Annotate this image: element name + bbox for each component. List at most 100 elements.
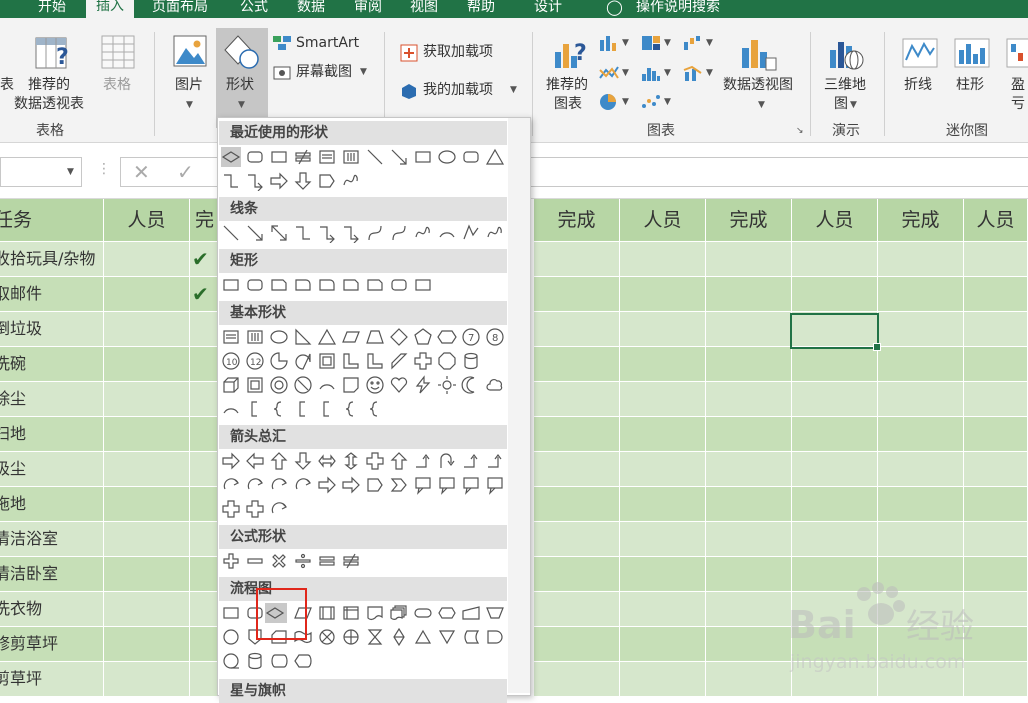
shape-scrib-icon[interactable]	[485, 223, 505, 243]
shape-orr-icon[interactable]	[341, 627, 361, 647]
shape-tri-icon[interactable]	[317, 327, 337, 347]
grid-cell[interactable]	[104, 242, 190, 276]
shape-noent-icon[interactable]	[293, 375, 313, 395]
grid-cell[interactable]	[620, 312, 706, 346]
shape-line-icon[interactable]	[221, 223, 241, 243]
grid-cell[interactable]	[878, 417, 964, 451]
shape-vtext-icon[interactable]	[341, 147, 361, 167]
shape-display-icon[interactable]	[293, 651, 313, 671]
picture-icon[interactable]	[172, 34, 210, 76]
shape-circ12-icon[interactable]: 12	[245, 351, 265, 371]
shape-frame-icon[interactable]	[317, 351, 337, 371]
shape-mult-icon[interactable]	[269, 551, 289, 571]
get-addins-label[interactable]: 获取加载项	[423, 43, 493, 62]
shape-smile-icon[interactable]	[365, 375, 385, 395]
grid-cell[interactable]	[190, 312, 220, 346]
task-name[interactable]: 修剪草坪	[0, 627, 58, 661]
grid-cell[interactable]	[620, 592, 706, 626]
shape-brack-icon[interactable]	[245, 399, 265, 419]
grid-cell[interactable]	[104, 557, 190, 591]
shape-rect-icon[interactable]	[221, 275, 241, 295]
shape-sun-icon[interactable]	[437, 375, 457, 395]
shape-callout-icon[interactable]	[461, 475, 481, 495]
grid-cell[interactable]	[190, 347, 220, 381]
column-chart-icon[interactable]	[598, 34, 620, 56]
shape-circ8-icon[interactable]: 8	[485, 327, 505, 347]
shape-brace-icon[interactable]	[269, 399, 289, 419]
task-name[interactable]: 清洁卧室	[0, 557, 58, 591]
shape-brace-icon[interactable]	[341, 399, 361, 419]
shape-snip-icon[interactable]	[341, 275, 361, 295]
shape-bentup-icon[interactable]	[485, 451, 505, 471]
grid-cell[interactable]	[792, 487, 878, 521]
shape-pie-icon[interactable]	[269, 351, 289, 371]
shape-elbowa-icon[interactable]	[341, 223, 361, 244]
shape-arc-icon[interactable]	[221, 399, 241, 419]
grid-cell[interactable]	[706, 242, 792, 276]
shape-manop-icon[interactable]	[485, 603, 505, 623]
grid-cell[interactable]	[104, 347, 190, 381]
task-name[interactable]: 吸尘	[0, 452, 26, 486]
grid-cell[interactable]	[878, 347, 964, 381]
shape-cross-icon[interactable]	[365, 451, 385, 471]
shape-diag-icon[interactable]	[389, 351, 409, 371]
smartart-icon[interactable]	[272, 34, 292, 56]
grid-cell[interactable]	[620, 347, 706, 381]
grid-cell[interactable]	[706, 557, 792, 591]
grid-cell[interactable]	[964, 487, 1028, 521]
grid-cell[interactable]	[104, 522, 190, 556]
grid-cell[interactable]	[878, 522, 964, 556]
grid-cell[interactable]	[104, 417, 190, 451]
shape-circleu-icon[interactable]	[245, 475, 265, 495]
grid-cell[interactable]	[878, 487, 964, 521]
shape-pent-icon[interactable]	[317, 171, 337, 191]
grid-cell[interactable]	[534, 627, 620, 661]
shapes-label[interactable]: 形状	[226, 76, 254, 95]
shape-predef-icon[interactable]	[317, 603, 337, 623]
shape-cross-icon[interactable]	[413, 351, 433, 371]
statistic-chart-dropdown-icon[interactable]: ▼	[664, 68, 671, 78]
shape-arc-icon[interactable]	[317, 375, 337, 395]
hierarchy-chart-icon[interactable]	[640, 34, 662, 56]
recommended-pivot-label-1[interactable]: 推荐的	[28, 76, 70, 95]
recommended-charts-label-1[interactable]: 推荐的	[546, 76, 588, 95]
column-header[interactable]: 人员	[964, 199, 1028, 241]
sparkline-winloss-icon[interactable]	[1006, 38, 1028, 72]
scatter-chart-dropdown-icon[interactable]: ▼	[664, 97, 671, 107]
hierarchy-chart-dropdown-icon[interactable]: ▼	[664, 38, 671, 48]
grid-cell[interactable]	[706, 347, 792, 381]
3d-map-dropdown-icon[interactable]: ▼	[850, 100, 857, 110]
shape-vtext-icon[interactable]	[245, 327, 265, 347]
grid-cell[interactable]	[792, 382, 878, 416]
my-addins-label[interactable]: 我的加载项	[423, 81, 493, 100]
grid-cell[interactable]	[792, 452, 878, 486]
task-name[interactable]: 除尘	[0, 382, 26, 416]
grid-cell[interactable]	[534, 592, 620, 626]
shape-extract-icon[interactable]	[413, 627, 433, 647]
task-name[interactable]: 倒垃圾	[0, 312, 42, 346]
grid-cell[interactable]	[792, 417, 878, 451]
shape-elbow-icon[interactable]	[293, 223, 313, 243]
line-chart-dropdown-icon[interactable]: ▼	[622, 68, 629, 78]
shape-brack-icon[interactable]	[293, 399, 313, 419]
my-addins-icon[interactable]	[400, 82, 418, 104]
grid-cell[interactable]	[964, 382, 1028, 416]
grid-cell[interactable]	[104, 277, 190, 311]
shape-collate-icon[interactable]	[365, 627, 385, 647]
shape-tri-icon[interactable]	[485, 147, 505, 167]
enter-icon[interactable]: ✓	[177, 160, 194, 184]
shape-rarrow-icon[interactable]	[341, 475, 361, 495]
pivot-table-icon[interactable]: ?	[34, 34, 74, 78]
shape-oval-icon[interactable]	[269, 327, 289, 347]
sparkline-column-icon[interactable]	[954, 38, 990, 72]
shape-preparation-icon[interactable]	[437, 603, 457, 623]
waterfall-chart-dropdown-icon[interactable]: ▼	[706, 38, 713, 48]
grid-cell[interactable]	[104, 487, 190, 521]
grid-cell[interactable]	[534, 347, 620, 381]
shape-rrect-icon[interactable]	[461, 147, 481, 167]
shape-pentagon-icon[interactable]	[413, 327, 433, 347]
grid-cell[interactable]	[620, 662, 706, 696]
grid-cell[interactable]	[792, 242, 878, 276]
shape-snip-icon[interactable]	[365, 275, 385, 295]
3d-map-label-2[interactable]: 图	[834, 95, 848, 114]
